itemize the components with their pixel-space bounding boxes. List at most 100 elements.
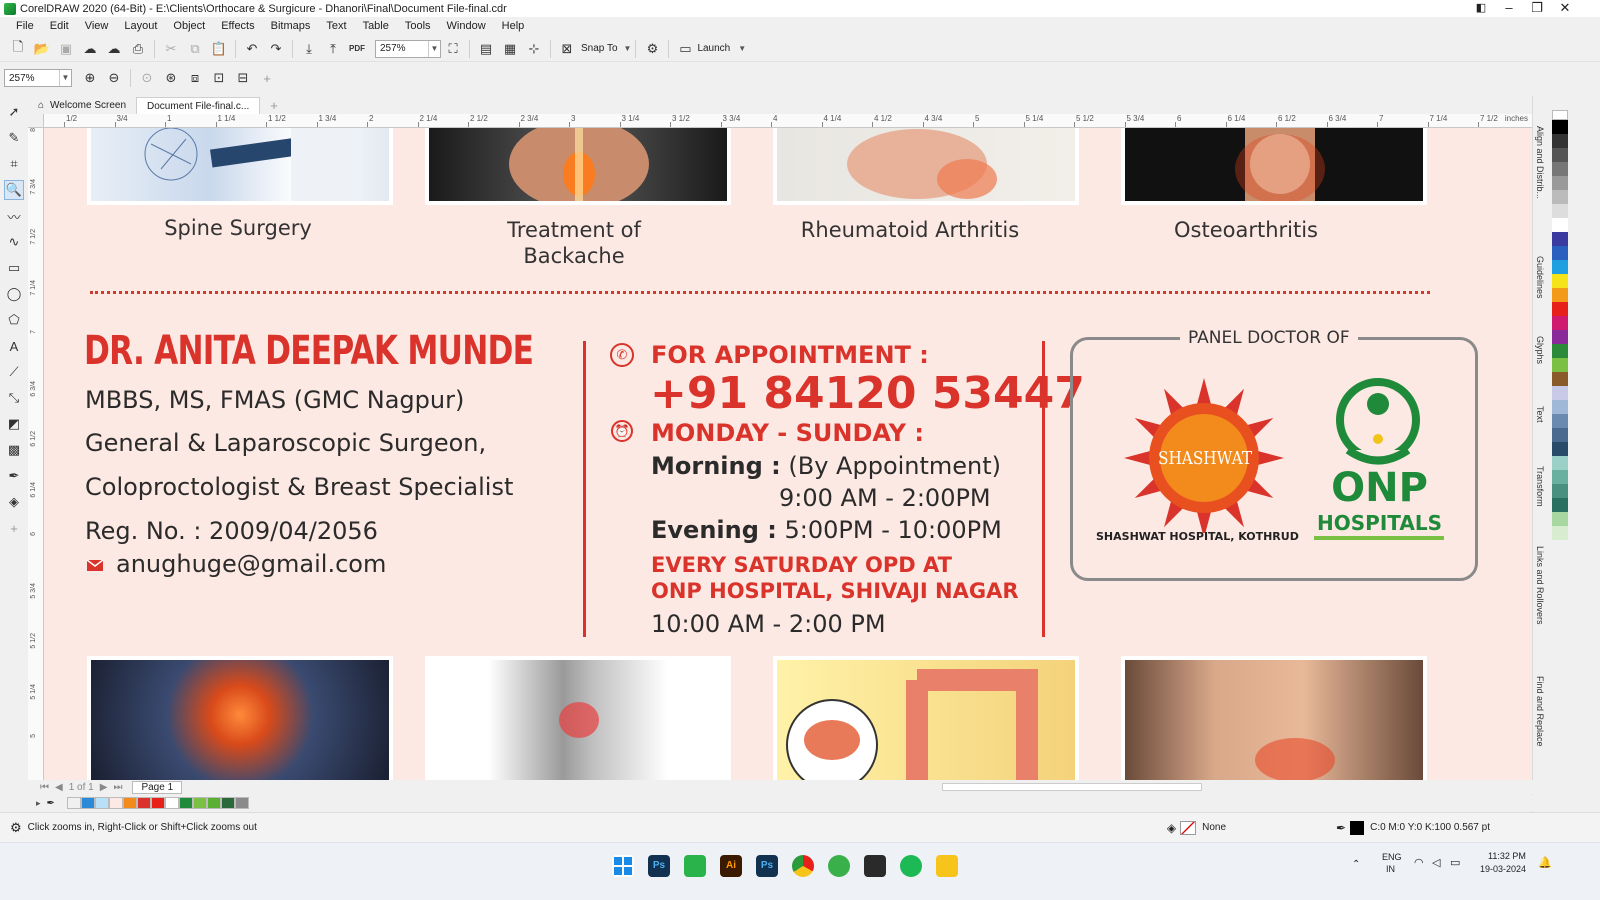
interactive-fill-icon[interactable]: ◈	[4, 492, 24, 512]
page-tab[interactable]: Page 1	[132, 780, 183, 794]
options-gear-icon[interactable]: ⚙	[643, 40, 661, 58]
menu-text[interactable]: Text	[320, 20, 356, 32]
swatch[interactable]	[1552, 498, 1568, 512]
restore-button[interactable]: ❐	[1522, 0, 1552, 17]
last-page-icon[interactable]: ⏭	[113, 782, 122, 793]
export-icon[interactable]: ⤒	[324, 40, 342, 58]
tab-welcome-screen[interactable]: ⌂ Welcome Screen	[28, 97, 136, 114]
swatch[interactable]	[150, 797, 165, 809]
swatch[interactable]	[1552, 260, 1568, 274]
zoom-to-selected-icon[interactable]: ⊙	[138, 69, 156, 87]
paste-icon[interactable]: 📋	[210, 40, 228, 58]
swatch[interactable]	[220, 797, 235, 809]
zoom-to-all-objects-icon[interactable]: ⊛	[162, 69, 180, 87]
save-icon[interactable]: ▣	[57, 40, 75, 58]
spine-surgery-image[interactable]	[87, 128, 393, 205]
menu-layout[interactable]: Layout	[118, 20, 167, 32]
new-document-icon[interactable]: 🗋	[9, 39, 27, 58]
menu-table[interactable]: Table	[357, 20, 399, 32]
swatch[interactable]	[1552, 288, 1568, 302]
swatch[interactable]	[1552, 484, 1568, 498]
swatch[interactable]	[1552, 302, 1568, 316]
drop-shadow-icon[interactable]: ◩	[4, 414, 24, 434]
cut-icon[interactable]: ✂	[162, 40, 180, 58]
tab-document[interactable]: Document File-final.c...	[136, 97, 261, 114]
swatch[interactable]	[206, 797, 221, 809]
import-icon[interactable]: ⤓	[300, 40, 318, 58]
text-tool-icon[interactable]: A	[4, 336, 24, 356]
spotify-icon[interactable]	[900, 855, 922, 877]
swatch[interactable]	[136, 797, 151, 809]
copy-icon[interactable]: ⧉	[186, 40, 204, 58]
swatch[interactable]	[178, 797, 193, 809]
swatch[interactable]	[1552, 148, 1568, 162]
swatch[interactable]	[94, 797, 109, 809]
zoom-level-combo[interactable]: 257% ▼	[375, 39, 441, 58]
doctor-title-1[interactable]: General & Laparoscopic Surgeon,	[85, 429, 486, 457]
swatch-none[interactable]	[66, 797, 81, 809]
color-palette[interactable]	[1552, 110, 1568, 782]
doctor-name[interactable]: DR. ANITA DEEPAK MUNDE	[84, 328, 534, 374]
menu-file[interactable]: File	[10, 20, 44, 32]
file-explorer-icon[interactable]	[936, 855, 958, 877]
swatch[interactable]	[1552, 512, 1568, 526]
swatch[interactable]	[1552, 246, 1568, 260]
swatch[interactable]	[108, 797, 123, 809]
launch-icon[interactable]: ▭	[676, 40, 694, 58]
horizontal-scrollbar[interactable]	[942, 783, 1203, 791]
panel-doctor-label[interactable]: PANEL DOCTOR OF	[1180, 328, 1358, 348]
snap-off-icon[interactable]: ⊠	[558, 40, 576, 58]
next-page-icon[interactable]: ▶	[100, 782, 108, 793]
swatch[interactable]	[1552, 456, 1568, 470]
swatch[interactable]	[80, 797, 95, 809]
zoom-to-page-icon[interactable]: ⧈	[186, 69, 204, 87]
menu-help[interactable]: Help	[496, 20, 535, 32]
docker-tab-glyphs[interactable]: Glyphs	[1535, 336, 1545, 364]
connector-tool-icon[interactable]: ⤡	[4, 388, 24, 408]
pick-tool-icon[interactable]: ➚	[4, 102, 24, 122]
pdf-export-icon[interactable]: PDF	[348, 40, 366, 58]
transparency-tool-icon[interactable]: ▩	[4, 440, 24, 460]
backache-image[interactable]	[425, 128, 731, 205]
swatch[interactable]	[122, 797, 137, 809]
swatch[interactable]	[1552, 344, 1568, 358]
full-screen-icon[interactable]: ⛶	[444, 40, 462, 58]
docker-tab-align[interactable]: Align and Distrib...	[1535, 126, 1545, 199]
chevron-down-icon[interactable]: ▼	[624, 44, 632, 53]
swatch[interactable]	[1552, 372, 1568, 386]
redo-icon[interactable]: ↷	[267, 40, 285, 58]
freehand-tool-icon[interactable]: 〰	[4, 206, 24, 226]
wifi-icon[interactable]: ◠	[1414, 856, 1424, 869]
eyedropper-icon[interactable]: ✒	[47, 798, 55, 809]
swatch[interactable]	[1552, 204, 1568, 218]
swatch-black[interactable]	[1552, 120, 1568, 134]
zoom-tool-icon[interactable]: 🔍	[4, 180, 24, 200]
docker-tab-text[interactable]: Text	[1535, 406, 1545, 423]
zoom-levels-combo[interactable]: 257% ▼	[4, 69, 72, 87]
morning-time[interactable]: 9:00 AM - 2:00PM	[779, 484, 991, 512]
colon-image[interactable]	[773, 656, 1079, 780]
launch-menu[interactable]: Launch	[697, 43, 730, 54]
edge-icon[interactable]	[828, 855, 850, 877]
zoom-to-page-width-icon[interactable]: ⊡	[210, 69, 228, 87]
open-icon[interactable]: 📂	[33, 40, 51, 58]
swatch-none[interactable]	[1552, 110, 1568, 120]
crop-tool-icon[interactable]: ⌗	[4, 154, 24, 174]
swatch[interactable]	[1552, 232, 1568, 246]
battery-icon[interactable]: ▭	[1450, 856, 1460, 869]
add-tool-icon[interactable]: +	[4, 518, 24, 538]
menu-bitmaps[interactable]: Bitmaps	[265, 20, 321, 32]
drawing-canvas[interactable]: Spine Surgery Treatment of Backache Rheu…	[44, 128, 1532, 780]
swatch[interactable]	[1552, 162, 1568, 176]
saturday-opd-line1[interactable]: EVERY SATURDAY OPD AT	[651, 553, 952, 577]
swatch[interactable]	[1552, 134, 1568, 148]
close-button[interactable]: ✕	[1550, 0, 1580, 17]
start-icon[interactable]	[612, 855, 634, 877]
rheumatoid-arthritis-image[interactable]	[773, 128, 1079, 205]
appointment-phone[interactable]: +91 84120 53447	[650, 368, 1085, 419]
morning-hours[interactable]: Morning : (By Appointment)	[651, 452, 1001, 480]
ruler-origin[interactable]	[28, 114, 44, 128]
onp-person-logo[interactable]	[1334, 376, 1424, 466]
sticky-notes-icon[interactable]	[864, 855, 886, 877]
doctor-degrees[interactable]: MBBS, MS, FMAS (GMC Nagpur)	[85, 386, 464, 414]
